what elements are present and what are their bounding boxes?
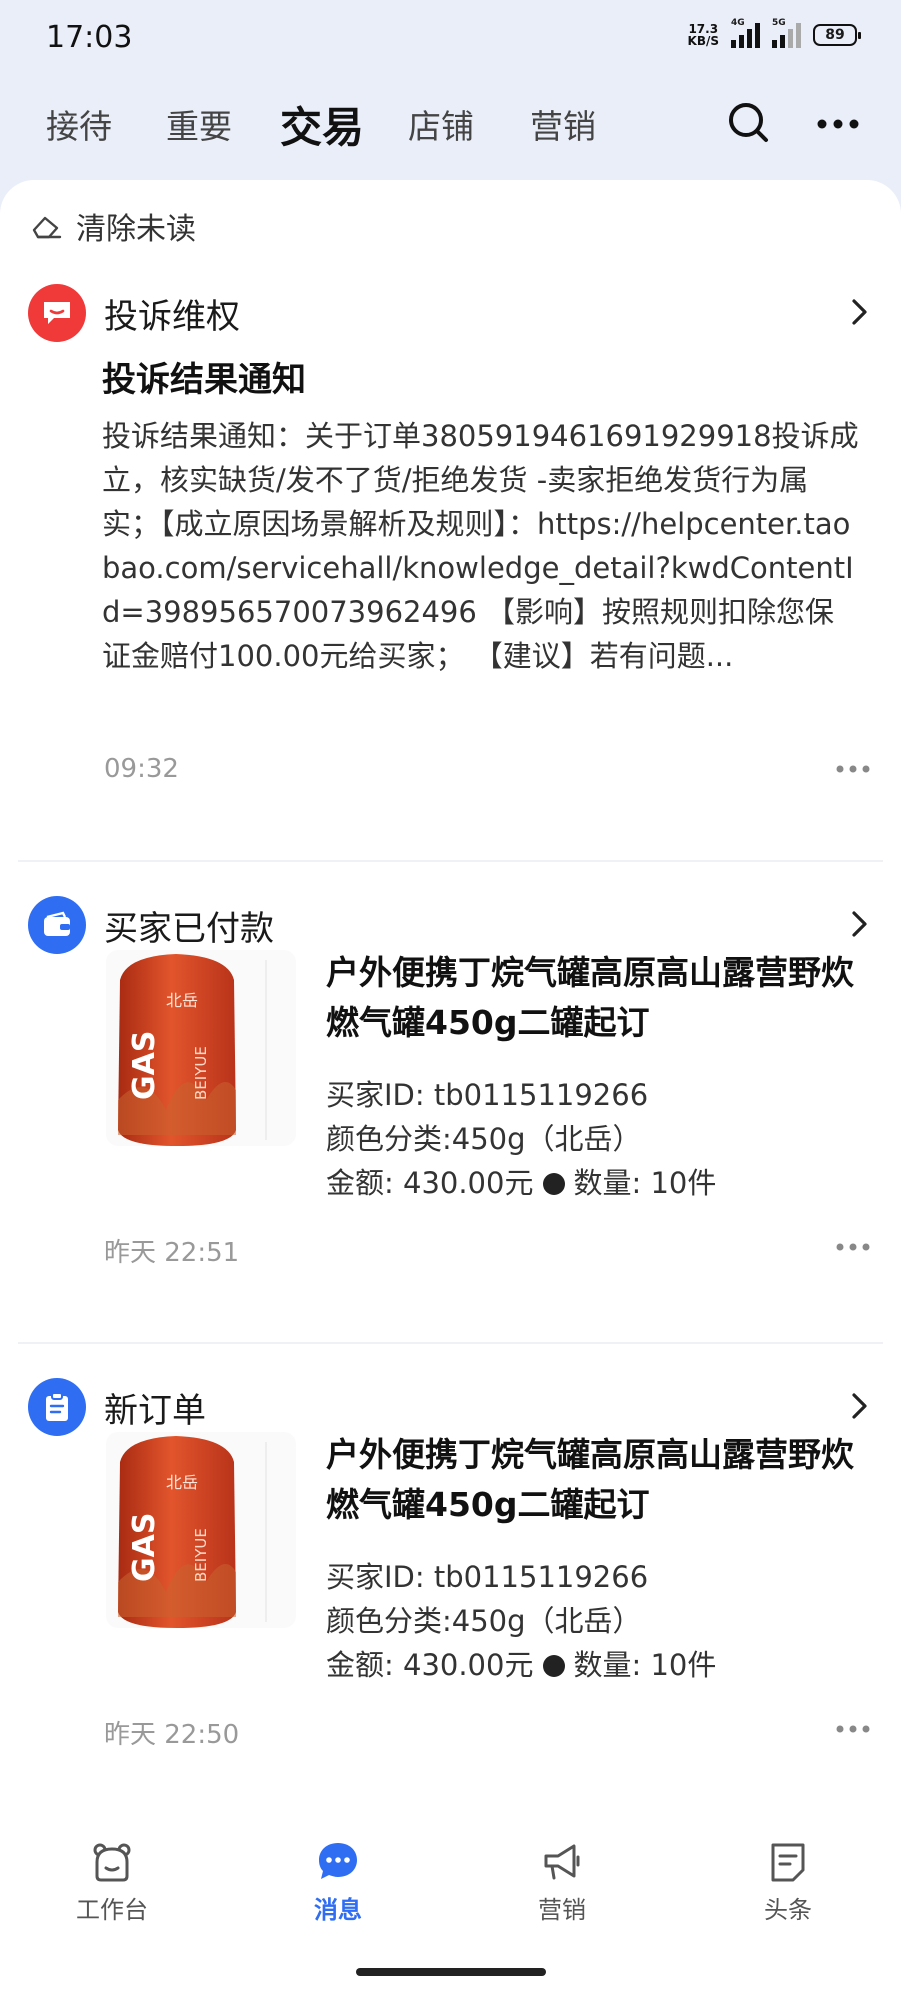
- notice-title: 投诉结果通知: [102, 360, 306, 400]
- signal-4g-icon: 4G: [731, 18, 760, 48]
- card-header: 投诉维权: [28, 284, 240, 342]
- chevron-right-icon[interactable]: [847, 906, 871, 942]
- product-title: 户外便携丁烷气罐高原高山露营野炊燃气罐450g二罐起订: [326, 1435, 854, 1524]
- wallet-icon: [28, 896, 86, 954]
- product-image: GAS BEIYUE 北岳: [106, 1432, 296, 1628]
- bottom-nav-messages[interactable]: 消息: [278, 1840, 398, 1925]
- divider: [18, 860, 883, 862]
- order-amount: 金额: 430.00元: [326, 1166, 534, 1200]
- card-category: 投诉维权: [104, 296, 240, 337]
- divider: [18, 1342, 883, 1344]
- eraser-icon: [32, 216, 62, 239]
- card-header: 买家已付款: [28, 896, 274, 954]
- product-variant: 颜色分类:450g（北岳）: [326, 1604, 642, 1638]
- bottom-nav-label: 头条: [764, 1896, 812, 1924]
- more-options-icon[interactable]: [835, 1242, 871, 1252]
- signal-5g-icon: 5G: [772, 18, 801, 48]
- complaint-card[interactable]: 投诉维权 投诉结果通知 投诉结果通知：关于订单38059194616919299…: [0, 284, 901, 844]
- product-title: 户外便携丁烷气罐高原高山露营野炊燃气罐450g二罐起订: [326, 953, 854, 1042]
- more-options-icon[interactable]: [835, 764, 871, 774]
- status-icons: 17.3 KB/S 4G 5G 89: [688, 18, 861, 48]
- search-icon[interactable]: [724, 98, 774, 148]
- order-summary: 金额: 430.00元 数量: 10件: [326, 1642, 716, 1684]
- product-image-brand: 北岳: [166, 991, 198, 1010]
- more-icon[interactable]: [814, 98, 864, 148]
- product-image-brand-en: BEIYUE: [192, 1528, 210, 1582]
- product-variant: 颜色分类:450g（北岳）: [326, 1122, 642, 1156]
- order-quantity: 数量: 10件: [573, 1648, 717, 1682]
- product-image-brand-en: BEIYUE: [192, 1046, 210, 1100]
- order-quantity: 数量: 10件: [573, 1166, 717, 1200]
- tab-marketing[interactable]: 营销: [530, 100, 596, 148]
- status-time: 17:03: [46, 20, 133, 55]
- message-time: 昨天 22:51: [104, 1238, 240, 1268]
- bear-icon: [93, 1843, 131, 1882]
- tab-transaction[interactable]: 交易: [280, 94, 364, 155]
- product-image-gas: GAS: [127, 1513, 162, 1582]
- home-indicator[interactable]: [356, 1968, 546, 1976]
- card-category: 买家已付款: [104, 908, 274, 949]
- product-image-brand: 北岳: [166, 1473, 198, 1492]
- bottom-nav-label: 营销: [538, 1896, 586, 1924]
- new-order-card[interactable]: 新订单 GAS BEIYUE 北岳 户外便携丁烷气罐高原高山露营野炊燃气罐450…: [0, 1378, 901, 1798]
- tab-store[interactable]: 店铺: [408, 100, 474, 148]
- megaphone-icon: [544, 1844, 580, 1880]
- buyer-id: 买家ID: tb0115119266: [326, 1560, 649, 1594]
- card-category: 新订单: [104, 1390, 206, 1431]
- bottom-nav-label: 工作台: [76, 1896, 148, 1924]
- buyer-id: 买家ID: tb0115119266: [326, 1078, 649, 1112]
- chevron-right-icon[interactable]: [847, 1388, 871, 1424]
- notice-body: 投诉结果通知：关于订单3805919461691929918投诉成立，核实缺货/…: [102, 419, 859, 673]
- clear-unread-button[interactable]: 清除未读: [30, 204, 196, 248]
- bottom-nav-headlines[interactable]: 头条: [728, 1840, 848, 1925]
- product-image-gas: GAS: [127, 1031, 162, 1100]
- news-icon: [771, 1843, 805, 1882]
- order-amount: 金额: 430.00元: [326, 1648, 534, 1682]
- net-speed-unit: KB/S: [687, 34, 719, 48]
- card-header: 新订单: [28, 1378, 206, 1436]
- bottom-nav-label: 消息: [314, 1896, 362, 1924]
- message-icon: [319, 1843, 357, 1879]
- top-nav: 接待 重要 交易 店铺 营销: [0, 80, 901, 180]
- tab-reception[interactable]: 接待: [46, 100, 112, 148]
- chevron-right-icon[interactable]: [847, 294, 871, 330]
- status-bar: 17:03 17.3 KB/S 4G 5G 89: [0, 0, 901, 80]
- separator-dot: [543, 1173, 566, 1195]
- net-speed: 17.3 KB/S: [688, 23, 719, 47]
- product-image: GAS BEIYUE 北岳: [106, 950, 296, 1146]
- order-icon: [28, 1378, 86, 1436]
- more-options-icon[interactable]: [835, 1724, 871, 1734]
- bottom-nav-marketing[interactable]: 营销: [502, 1840, 622, 1925]
- battery-icon: 89: [813, 24, 861, 46]
- order-summary: 金额: 430.00元 数量: 10件: [326, 1160, 716, 1202]
- message-time: 09:32: [104, 754, 179, 784]
- signal-4g-label: 4G: [731, 18, 745, 28]
- bottom-nav-workbench[interactable]: 工作台: [52, 1840, 172, 1925]
- signal-5g-label: 5G: [772, 18, 786, 28]
- tab-important[interactable]: 重要: [166, 100, 232, 148]
- separator-dot: [543, 1655, 566, 1677]
- message-panel: 清除未读 投诉维权 投诉结果通知 投诉结果通知：关于订单380591946169…: [0, 180, 901, 1800]
- message-time: 昨天 22:50: [104, 1720, 240, 1750]
- complaint-icon: [28, 284, 86, 342]
- clear-unread-label: 清除未读: [76, 212, 196, 247]
